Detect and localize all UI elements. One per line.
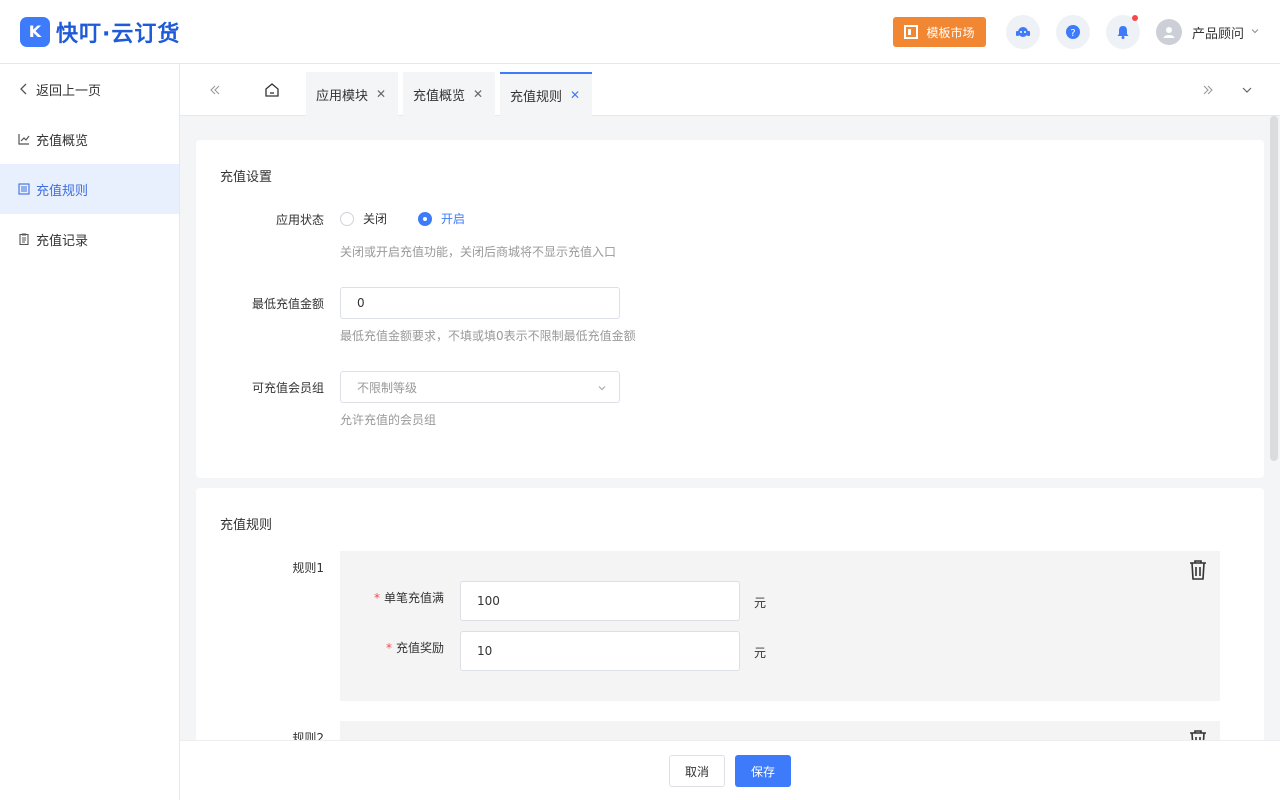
sidebar-item-recharge-overview[interactable]: 充值概览 [0, 114, 179, 164]
threshold-label: 单笔充值满 [383, 591, 444, 605]
section-title: 充值规则 [220, 518, 273, 533]
close-icon[interactable]: ✕ [473, 87, 483, 101]
required-mark: * [373, 591, 380, 605]
scrollbar-thumb[interactable] [1270, 116, 1278, 461]
user-name: 产品顾问 [1191, 26, 1244, 42]
select-value: 不限制等级 [357, 380, 418, 395]
user-menu[interactable]: 产品顾问 [1155, 19, 1260, 45]
help-icon: ? [1065, 25, 1080, 39]
scrollbar[interactable] [1270, 116, 1278, 740]
chevron-down-icon [1242, 87, 1252, 93]
tab-app-module[interactable]: 应用模块 ✕ [306, 72, 398, 116]
tab-label: 应用模块 [316, 88, 369, 104]
chevron-down-icon [597, 382, 607, 396]
threshold-input[interactable]: 100 [460, 581, 740, 621]
sidebar-item-label: 充值规则 [36, 183, 89, 199]
home-icon [265, 83, 279, 97]
close-icon[interactable]: ✕ [570, 88, 580, 102]
radio-label: 关闭 [363, 212, 388, 226]
radio-circle [340, 211, 354, 226]
clipboard-icon [18, 233, 30, 245]
tab-recharge-overview[interactable]: 充值概览 ✕ [403, 72, 495, 116]
cancel-button[interactable]: 取消 [669, 755, 725, 787]
template-market-label: 模板市场 [926, 25, 975, 40]
template-icon [904, 25, 919, 39]
bell-icon [1117, 26, 1129, 39]
tabs-scroll-left-button[interactable] [200, 64, 230, 116]
sidebar-item-recharge-records[interactable]: 充值记录 [0, 214, 179, 264]
min-amount-input[interactable]: 0 [340, 287, 620, 319]
trend-chart-icon [18, 133, 30, 145]
radio-label: 开启 [441, 212, 466, 226]
svg-text:?: ? [1070, 28, 1075, 39]
reward-label: 充值奖励 [395, 641, 444, 655]
chevron-left-icon [18, 83, 30, 95]
notification-badge [1131, 15, 1138, 21]
list-icon [18, 183, 30, 195]
tab-label: 充值规则 [510, 89, 563, 105]
double-chevron-right-icon [1203, 85, 1213, 95]
customer-service-button[interactable] [1005, 15, 1040, 49]
threshold-label-row: * 单笔充值满 [340, 589, 444, 606]
chevron-down-icon [1250, 25, 1260, 39]
notification-button[interactable] [1105, 15, 1140, 49]
unit-label: 元 [754, 596, 767, 610]
tab-home[interactable] [260, 78, 284, 102]
save-button[interactable]: 保存 [735, 755, 791, 787]
reward-label-row: * 充值奖励 [340, 639, 444, 656]
member-group-select[interactable]: 不限制等级 [340, 371, 620, 403]
rule-item: * 单笔充值满 100 元 * 充值奖励 10 元 [340, 551, 1220, 701]
double-chevron-left-icon [210, 85, 220, 95]
user-icon [1163, 27, 1175, 38]
rule-label: 规则1 [292, 561, 324, 575]
trash-icon[interactable] [1188, 559, 1208, 581]
tabs-scroll-right-button[interactable] [1193, 64, 1223, 116]
recharge-settings-card: 充值设置 应用状态 关闭 开启 关闭或开启充值功能，关闭后商城将不显示充值入口 … [196, 140, 1264, 478]
top-header: K 快叮·云订货 模板市场 ? 产品顾问 [0, 0, 1280, 64]
sidebar-item-label: 充值记录 [36, 233, 89, 249]
app-logo[interactable]: K 快叮·云订货 [20, 16, 180, 48]
logo-text: 快叮·云订货 [56, 21, 181, 47]
status-radio-off[interactable]: 关闭 [340, 210, 387, 227]
reward-input[interactable]: 10 [460, 631, 740, 671]
min-amount-hint: 最低充值金额要求，不填或填0表示不限制最低充值金额 [340, 329, 636, 343]
close-icon[interactable]: ✕ [376, 87, 386, 101]
radio-circle-checked [418, 211, 432, 226]
logo-icon: K [20, 16, 50, 47]
avatar [1155, 19, 1182, 45]
min-amount-label: 最低充值金额 [251, 297, 324, 311]
tabs-menu-button[interactable] [1232, 64, 1262, 116]
tab-recharge-rules[interactable]: 充值规则 ✕ [500, 72, 592, 116]
sidebar-item-recharge-rules[interactable]: 充值规则 [0, 164, 179, 214]
status-label: 应用状态 [275, 213, 324, 227]
help-button[interactable]: ? [1055, 15, 1090, 49]
sidebar-item-back[interactable]: 返回上一页 [0, 64, 179, 114]
section-title: 充值设置 [220, 170, 273, 185]
status-radio-on[interactable]: 开启 [418, 210, 465, 227]
tabs-bar: 应用模块 ✕ 充值概览 ✕ 充值规则 ✕ [180, 64, 1280, 116]
headset-icon [1015, 27, 1030, 37]
sidebar: 返回上一页 充值概览 充值规则 充值记录 [0, 64, 180, 800]
sidebar-item-label: 返回上一页 [36, 83, 102, 99]
required-mark: * [385, 641, 392, 655]
member-group-hint: 允许充值的会员组 [340, 413, 437, 427]
footer-actions: 取消 保存 [180, 740, 1280, 800]
status-hint: 关闭或开启充值功能，关闭后商城将不显示充值入口 [340, 245, 617, 259]
template-market-button[interactable]: 模板市场 [892, 17, 986, 47]
tab-label: 充值概览 [413, 88, 466, 104]
member-group-label: 可充值会员组 [251, 381, 324, 395]
unit-label: 元 [754, 646, 767, 660]
sidebar-item-label: 充值概览 [36, 133, 89, 149]
